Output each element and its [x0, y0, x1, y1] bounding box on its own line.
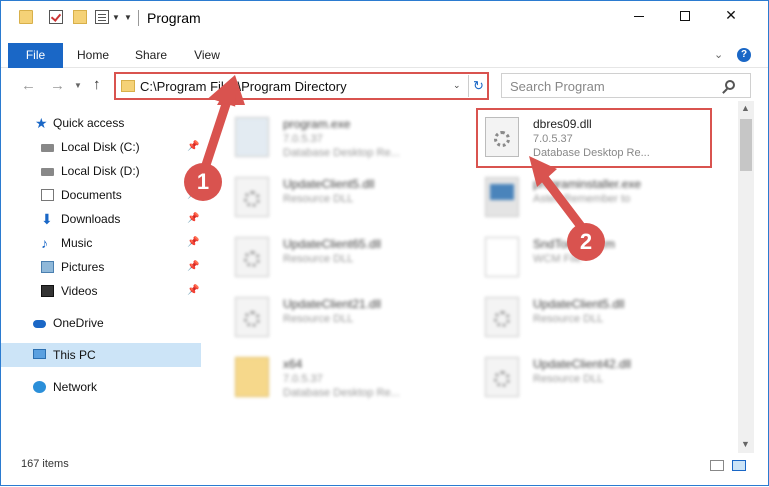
- step-1-callout: 1: [184, 163, 222, 201]
- arrow-2-shaft: [534, 166, 588, 234]
- step-2-callout: 2: [567, 223, 605, 261]
- explorer-window: ▼ ▼ Program ✕ File Home Share View ⌄ ? ←…: [0, 0, 769, 486]
- annotation-arrows: [199, 75, 588, 234]
